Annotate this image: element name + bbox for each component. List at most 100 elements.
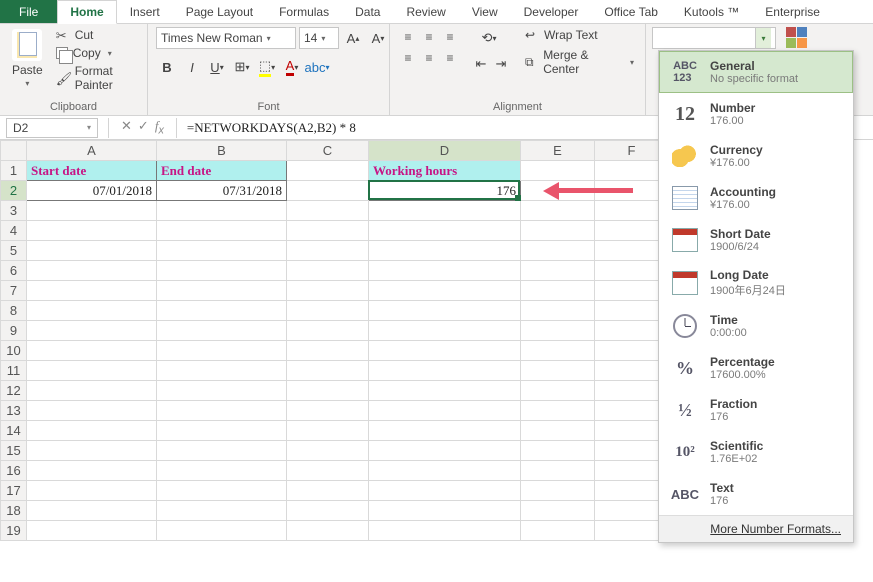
row-header-19[interactable]: 19: [1, 521, 27, 541]
cell-D13[interactable]: [369, 401, 521, 421]
align-right-button[interactable]: ≡: [440, 48, 460, 68]
phonetic-button[interactable]: abc▾: [306, 56, 328, 78]
cell-D18[interactable]: [369, 501, 521, 521]
cell-D9[interactable]: [369, 321, 521, 341]
decrease-indent-button[interactable]: ⇤: [472, 53, 490, 75]
cell-E15[interactable]: [521, 441, 595, 461]
cell-D15[interactable]: [369, 441, 521, 461]
numfmt-time[interactable]: Time0:00:00: [659, 305, 853, 347]
row-header-8[interactable]: 8: [1, 301, 27, 321]
cell-E9[interactable]: [521, 321, 595, 341]
col-header-D[interactable]: D: [369, 141, 521, 161]
tab-insert[interactable]: Insert: [117, 0, 173, 23]
cell-D7[interactable]: [369, 281, 521, 301]
shrink-font-button[interactable]: A▾: [367, 27, 389, 49]
cell-C5[interactable]: [287, 241, 369, 261]
underline-button[interactable]: U▾: [206, 56, 228, 78]
cell-C19[interactable]: [287, 521, 369, 541]
cell-C3[interactable]: [287, 201, 369, 221]
cell-E10[interactable]: [521, 341, 595, 361]
cell-A19[interactable]: [27, 521, 157, 541]
cell-B5[interactable]: [157, 241, 287, 261]
cell-B3[interactable]: [157, 201, 287, 221]
cell-B10[interactable]: [157, 341, 287, 361]
cell-C15[interactable]: [287, 441, 369, 461]
cell-E18[interactable]: [521, 501, 595, 521]
cell-D8[interactable]: [369, 301, 521, 321]
cell-A11[interactable]: [27, 361, 157, 381]
cell-D12[interactable]: [369, 381, 521, 401]
numfmt-text[interactable]: ABCText176: [659, 473, 853, 515]
numfmt-accounting[interactable]: Accounting¥176.00: [659, 177, 853, 219]
row-header-18[interactable]: 18: [1, 501, 27, 521]
increase-indent-button[interactable]: ⇥: [492, 53, 510, 75]
row-header-14[interactable]: 14: [1, 421, 27, 441]
cell-C18[interactable]: [287, 501, 369, 521]
cell-E3[interactable]: [521, 201, 595, 221]
cell-C1[interactable]: [287, 161, 369, 181]
cell-A7[interactable]: [27, 281, 157, 301]
grow-font-button[interactable]: A▴: [342, 27, 364, 49]
cell-A18[interactable]: [27, 501, 157, 521]
cell-C8[interactable]: [287, 301, 369, 321]
cell-A5[interactable]: [27, 241, 157, 261]
col-header-B[interactable]: B: [157, 141, 287, 161]
numfmt-fraction[interactable]: ½Fraction176: [659, 389, 853, 431]
paste-button[interactable]: Paste ▾: [8, 27, 47, 90]
cell-D4[interactable]: [369, 221, 521, 241]
cell-D17[interactable]: [369, 481, 521, 501]
cell-C16[interactable]: [287, 461, 369, 481]
cell-D10[interactable]: [369, 341, 521, 361]
cell-A6[interactable]: [27, 261, 157, 281]
name-box[interactable]: D2▾: [6, 118, 98, 138]
cell-B1[interactable]: End date: [157, 161, 287, 181]
col-header-C[interactable]: C: [287, 141, 369, 161]
cell-C10[interactable]: [287, 341, 369, 361]
align-center-button[interactable]: ≡: [419, 48, 439, 68]
cell-C12[interactable]: [287, 381, 369, 401]
cell-A14[interactable]: [27, 421, 157, 441]
cell-E13[interactable]: [521, 401, 595, 421]
orientation-button[interactable]: ⟲▾: [472, 27, 506, 49]
cell-D3[interactable]: [369, 201, 521, 221]
fx-icon[interactable]: fx: [155, 118, 164, 137]
cell-D16[interactable]: [369, 461, 521, 481]
enter-formula-button[interactable]: ✓: [138, 118, 149, 137]
cell-A4[interactable]: [27, 221, 157, 241]
tab-developer[interactable]: Developer: [511, 0, 592, 23]
cell-B11[interactable]: [157, 361, 287, 381]
border-button[interactable]: ⊞▾: [231, 56, 253, 78]
numfmt-percentage[interactable]: %Percentage17600.00%: [659, 347, 853, 389]
cell-B7[interactable]: [157, 281, 287, 301]
select-all-corner[interactable]: [1, 141, 27, 161]
cell-E7[interactable]: [521, 281, 595, 301]
cell-E12[interactable]: [521, 381, 595, 401]
row-header-4[interactable]: 4: [1, 221, 27, 241]
cell-D5[interactable]: [369, 241, 521, 261]
cell-A10[interactable]: [27, 341, 157, 361]
cell-E1[interactable]: [521, 161, 595, 181]
cell-A16[interactable]: [27, 461, 157, 481]
tab-formulas[interactable]: Formulas: [266, 0, 342, 23]
copy-button[interactable]: Copy▾: [53, 45, 139, 61]
cell-E5[interactable]: [521, 241, 595, 261]
cell-C4[interactable]: [287, 221, 369, 241]
tab-home[interactable]: Home: [57, 0, 116, 24]
row-header-3[interactable]: 3: [1, 201, 27, 221]
more-number-formats[interactable]: More Number Formats...: [659, 515, 853, 542]
cell-E19[interactable]: [521, 521, 595, 541]
fill-color-button[interactable]: ⬚▾: [256, 56, 278, 78]
col-header-E[interactable]: E: [521, 141, 595, 161]
cut-button[interactable]: Cut: [53, 27, 139, 43]
cell-A9[interactable]: [27, 321, 157, 341]
cell-B9[interactable]: [157, 321, 287, 341]
cell-C7[interactable]: [287, 281, 369, 301]
cond-format-icon[interactable]: [786, 27, 808, 49]
cell-A2[interactable]: 07/01/2018: [27, 181, 157, 201]
cell-B8[interactable]: [157, 301, 287, 321]
cell-B14[interactable]: [157, 421, 287, 441]
wrap-text-button[interactable]: ↩Wrap Text: [522, 27, 637, 43]
cell-C6[interactable]: [287, 261, 369, 281]
tab-page-layout[interactable]: Page Layout: [173, 0, 266, 23]
align-middle-button[interactable]: ≡: [419, 27, 439, 47]
